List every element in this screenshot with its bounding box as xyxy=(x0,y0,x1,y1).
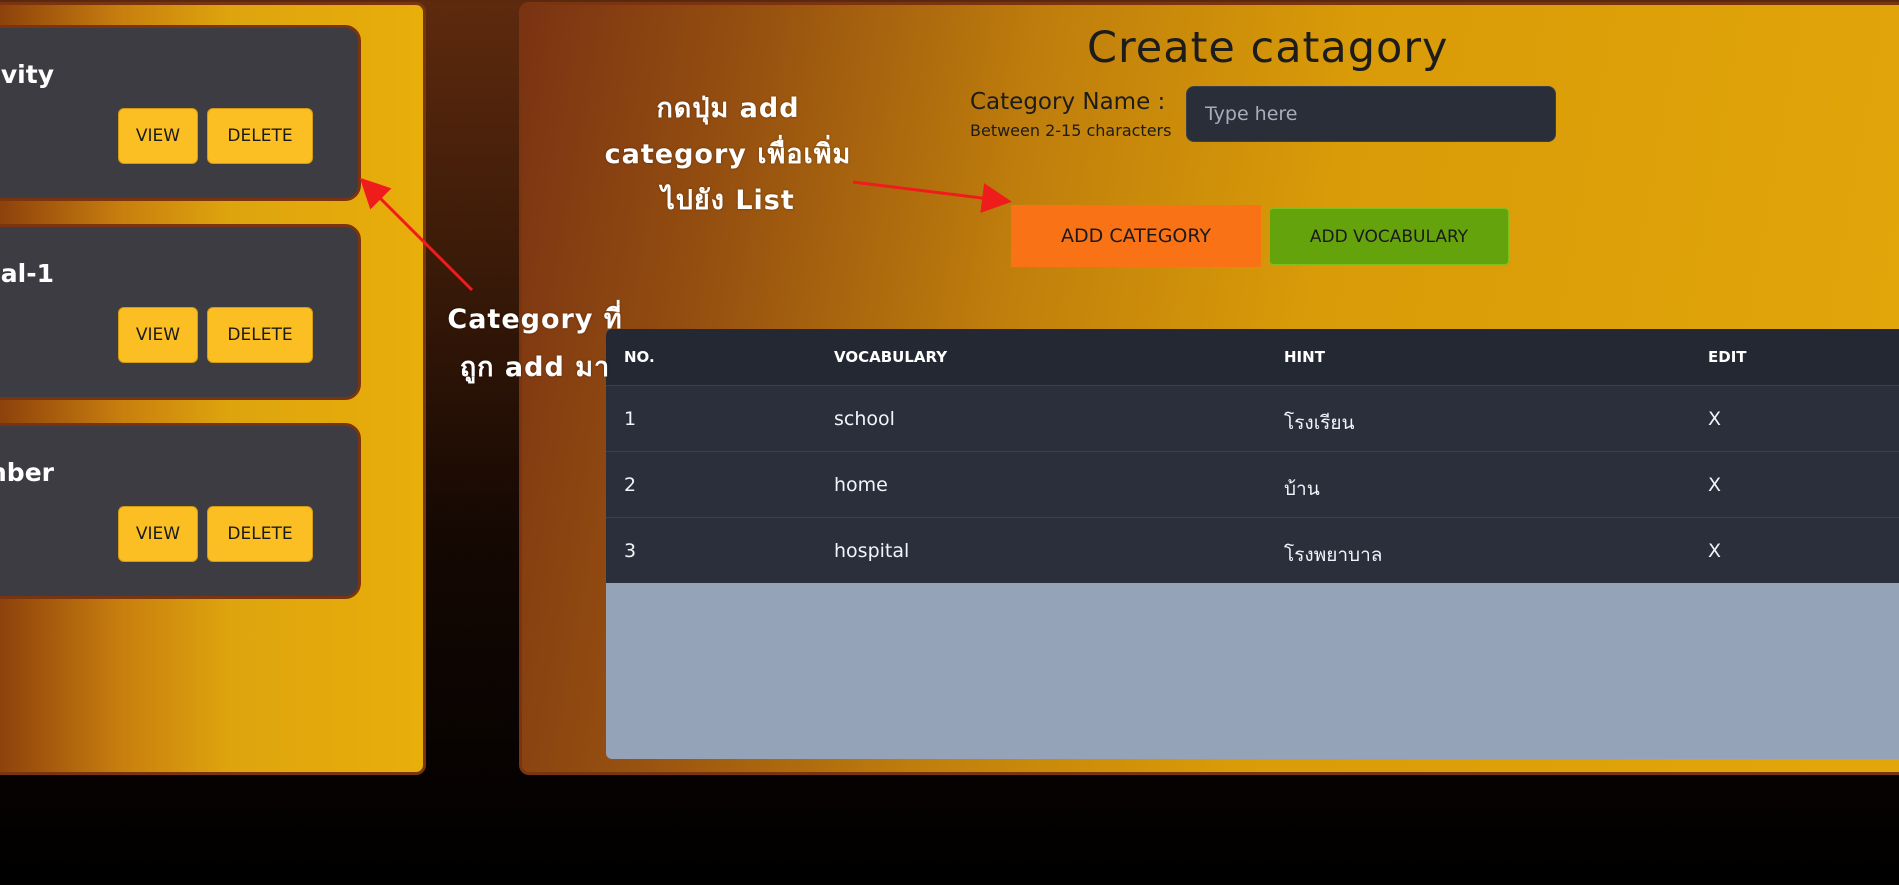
vocabulary-table: NO. VOCABULARY HINT EDIT 1 school โรงเรี… xyxy=(606,329,1899,759)
delete-category-button[interactable]: DELETE xyxy=(207,307,313,363)
category-name-input[interactable] xyxy=(1186,86,1556,142)
header-vocabulary: VOCABULARY xyxy=(834,348,948,366)
add-category-button[interactable]: ADD CATEGORY xyxy=(1011,205,1261,267)
add-button-annotation: กดปุ่ม add category เพื่อเพิ่ม ไปยัง Lis… xyxy=(593,86,863,224)
category-card: Animal-1 VIEW DELETE xyxy=(0,224,361,400)
row-hint: บ้าน xyxy=(1284,478,1320,500)
view-category-button[interactable]: VIEW xyxy=(118,108,198,164)
row-vocabulary: school xyxy=(834,408,895,430)
category-name: Activity xyxy=(0,60,54,89)
row-edit-button[interactable]: X xyxy=(1708,474,1721,496)
row-hint: โรงพยาบาล xyxy=(1284,544,1383,566)
row-edit-button[interactable]: X xyxy=(1708,408,1721,430)
add-vocabulary-button[interactable]: ADD VOCABULARY xyxy=(1269,208,1509,265)
annotation-line: ถูก add มา xyxy=(459,352,611,383)
row-number: 2 xyxy=(624,474,637,496)
table-row: 2 home บ้าน X xyxy=(606,451,1899,517)
row-edit-button[interactable]: X xyxy=(1708,540,1721,562)
page-title: Create catagory xyxy=(1087,23,1449,73)
header-hint: HINT xyxy=(1284,348,1325,366)
category-card: Member VIEW DELETE xyxy=(0,423,361,599)
annotation-line: กดปุ่ม add xyxy=(656,93,800,124)
category-list-panel: Activity VIEW DELETE Animal-1 VIEW DELET… xyxy=(0,2,426,775)
delete-category-button[interactable]: DELETE xyxy=(207,506,313,562)
category-name-hint: Between 2-15 characters xyxy=(970,121,1172,140)
category-name: Animal-1 xyxy=(0,259,54,288)
row-vocabulary: home xyxy=(834,474,888,496)
table-row: 3 hospital โรงพยาบาล X xyxy=(606,517,1899,583)
row-hint: โรงเรียน xyxy=(1284,412,1355,434)
category-name-label: Category Name : xyxy=(970,89,1166,115)
annotation-line: ไปยัง List xyxy=(661,185,795,216)
added-category-annotation: Category ที่ ถูก add มา xyxy=(440,296,630,392)
row-vocabulary: hospital xyxy=(834,540,910,562)
annotation-line: category เพื่อเพิ่ม xyxy=(604,139,852,170)
view-category-button[interactable]: VIEW xyxy=(118,307,198,363)
category-card: Activity VIEW DELETE xyxy=(0,25,361,201)
view-category-button[interactable]: VIEW xyxy=(118,506,198,562)
table-row: 1 school โรงเรียน X xyxy=(606,385,1899,451)
header-edit: EDIT xyxy=(1708,348,1747,366)
row-number: 1 xyxy=(624,408,637,430)
row-number: 3 xyxy=(624,540,637,562)
delete-category-button[interactable]: DELETE xyxy=(207,108,313,164)
category-name: Member xyxy=(0,458,54,487)
annotation-line: Category ที่ xyxy=(447,304,623,335)
table-header: NO. VOCABULARY HINT EDIT xyxy=(606,329,1899,385)
